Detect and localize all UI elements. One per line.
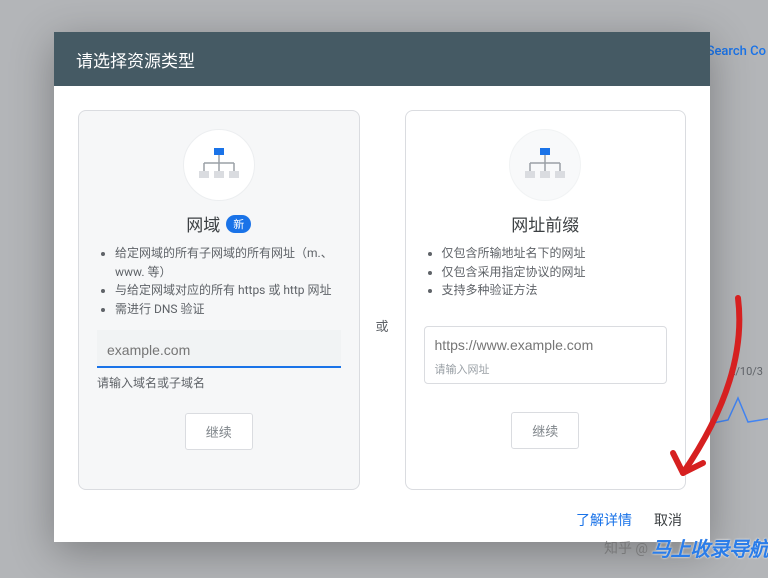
- new-badge: 新: [226, 215, 251, 233]
- site-watermark: 马上收录导航: [651, 533, 768, 562]
- prefix-card-title-row: 网址前缀: [511, 211, 579, 236]
- domain-icon-circle: [183, 129, 255, 201]
- prefix-card-title: 网址前缀: [511, 211, 579, 236]
- list-item: 仅包含采用指定协议的网址: [442, 263, 668, 282]
- list-item: 需进行 DNS 验证: [115, 300, 341, 319]
- url-prefix-input[interactable]: [435, 333, 657, 357]
- property-type-dialog: 请选择资源类型 网域 新: [54, 32, 710, 542]
- domain-bullets: 给定网域的所有子网域的所有网址（m.、www. 等） 与给定网域对应的所有 ht…: [97, 244, 341, 318]
- domain-input-box: [97, 330, 341, 368]
- learn-more-link[interactable]: 了解详情: [576, 510, 632, 530]
- url-prefix-card[interactable]: 网址前缀 仅包含所输地址名下的网址 仅包含采用指定协议的网址 支持多种验证方法 …: [405, 110, 687, 490]
- dialog-body: 网域 新 给定网域的所有子网域的所有网址（m.、www. 等） 与给定网域对应的…: [54, 86, 710, 498]
- prefix-bullets: 仅包含所输地址名下的网址 仅包含采用指定协议的网址 支持多种验证方法: [424, 244, 668, 314]
- bg-date-axis: 2/10/3: [729, 365, 763, 378]
- prefix-input-helper: 请输入网址: [435, 361, 657, 377]
- domain-input[interactable]: [97, 330, 341, 368]
- domain-card[interactable]: 网域 新 给定网域的所有子网域的所有网址（m.、www. 等） 与给定网域对应的…: [78, 110, 360, 490]
- list-item: 支持多种验证方法: [442, 281, 668, 300]
- domain-continue-button[interactable]: 继续: [185, 413, 253, 450]
- dialog-footer: 了解详情 取消: [54, 498, 710, 542]
- list-item: 与给定网域对应的所有 https 或 http 网址: [115, 281, 341, 300]
- zhihu-watermark: 知乎 @: [604, 538, 648, 558]
- bg-sparkline: [713, 388, 768, 428]
- or-separator: 或: [374, 316, 391, 335]
- search-console-link[interactable]: Search Co: [707, 44, 766, 59]
- sitemap-icon: [523, 147, 567, 183]
- domain-card-title-row: 网域 新: [186, 211, 251, 236]
- list-item: 仅包含所输地址名下的网址: [442, 244, 668, 263]
- prefix-input-box: 请输入网址: [424, 326, 668, 384]
- sitemap-icon: [197, 147, 241, 183]
- domain-input-helper: 请输入域名或子域名: [97, 374, 205, 391]
- list-item: 给定网域的所有子网域的所有网址（m.、www. 等）: [115, 244, 341, 281]
- cancel-button[interactable]: 取消: [654, 510, 682, 530]
- dialog-title: 请选择资源类型: [54, 32, 710, 86]
- domain-card-title: 网域: [186, 211, 220, 236]
- prefix-continue-button[interactable]: 继续: [511, 412, 579, 449]
- prefix-icon-circle: [509, 129, 581, 201]
